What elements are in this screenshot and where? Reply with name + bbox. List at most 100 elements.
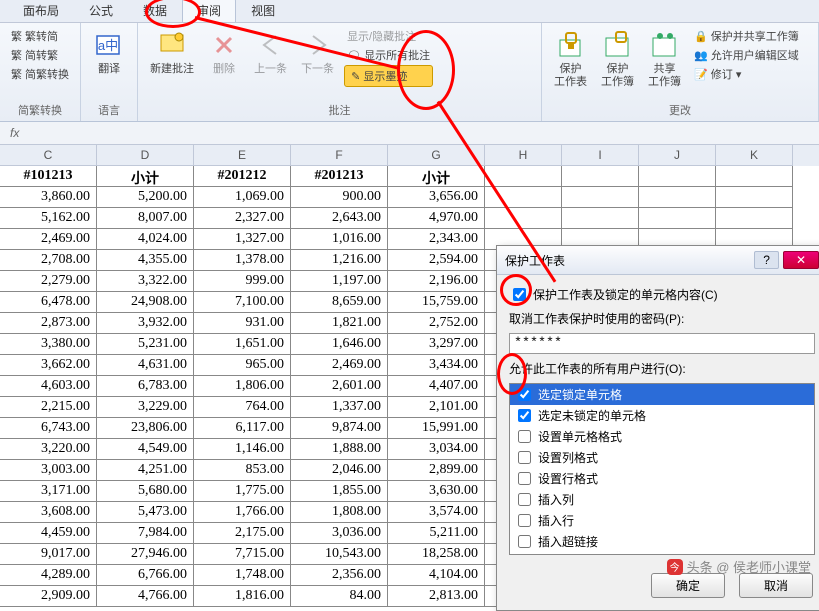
col-header[interactable]: F	[291, 145, 388, 166]
cell[interactable]: 1,855.00	[291, 481, 388, 502]
cell[interactable]: 3,860.00	[0, 187, 97, 208]
cell[interactable]: 3,036.00	[291, 523, 388, 544]
cell[interactable]: 5,162.00	[0, 208, 97, 229]
perm-item[interactable]: 插入列	[510, 489, 814, 510]
cell[interactable]: 1,646.00	[291, 334, 388, 355]
perm-item[interactable]: 设置行格式	[510, 468, 814, 489]
cell[interactable]: 4,104.00	[388, 565, 485, 586]
cell[interactable]: 1,808.00	[291, 502, 388, 523]
cell[interactable]: 2,594.00	[388, 250, 485, 271]
cell[interactable]: 小计	[388, 166, 485, 187]
cell[interactable]: 23,806.00	[97, 418, 194, 439]
cell[interactable]: 6,478.00	[0, 292, 97, 313]
cell[interactable]: 5,231.00	[97, 334, 194, 355]
cell[interactable]: 1,748.00	[194, 565, 291, 586]
cell[interactable]	[639, 187, 716, 208]
cell[interactable]: 15,991.00	[388, 418, 485, 439]
translate-button[interactable]: a中 翻译	[89, 27, 129, 78]
cell[interactable]: 3,608.00	[0, 502, 97, 523]
cell[interactable]: 9,874.00	[291, 418, 388, 439]
cell[interactable]: 5,200.00	[97, 187, 194, 208]
cell[interactable]: 1,821.00	[291, 313, 388, 334]
cell[interactable]: 764.00	[194, 397, 291, 418]
perm-item[interactable]: 设置单元格格式	[510, 426, 814, 447]
cell[interactable]: 7,984.00	[97, 523, 194, 544]
cell[interactable]: 4,766.00	[97, 586, 194, 607]
show-ink-btn[interactable]: ✎ 显示墨迹	[344, 65, 433, 87]
cell[interactable]: 1,337.00	[291, 397, 388, 418]
cell[interactable]: 4,603.00	[0, 376, 97, 397]
cell[interactable]: 27,946.00	[97, 544, 194, 565]
cell[interactable]: 3,229.00	[97, 397, 194, 418]
cell[interactable]: 4,407.00	[388, 376, 485, 397]
cell[interactable]: 2,327.00	[194, 208, 291, 229]
perm-item[interactable]: 选定锁定单元格	[510, 384, 814, 405]
cell[interactable]: 1,651.00	[194, 334, 291, 355]
cell[interactable]: 2,873.00	[0, 313, 97, 334]
cell[interactable]: #101213	[0, 166, 97, 187]
cell[interactable]: 4,631.00	[97, 355, 194, 376]
cell[interactable]: 3,034.00	[388, 439, 485, 460]
cell[interactable]	[562, 166, 639, 187]
cell[interactable]: 999.00	[194, 271, 291, 292]
cell[interactable]: 6,117.00	[194, 418, 291, 439]
col-header[interactable]: D	[97, 145, 194, 166]
cell[interactable]: 2,813.00	[388, 586, 485, 607]
cell[interactable]: 24,908.00	[97, 292, 194, 313]
cell[interactable]: 2,175.00	[194, 523, 291, 544]
tab-视图[interactable]: 视图	[236, 0, 290, 22]
col-header[interactable]: I	[562, 145, 639, 166]
cell[interactable]: 2,046.00	[291, 460, 388, 481]
simpletrad-item[interactable]: 繁 简转繁	[8, 46, 72, 64]
cell[interactable]: 4,549.00	[97, 439, 194, 460]
cell[interactable]: 4,355.00	[97, 250, 194, 271]
cell[interactable]: 2,601.00	[291, 376, 388, 397]
cell[interactable]: 3,656.00	[388, 187, 485, 208]
password-input[interactable]	[509, 333, 815, 354]
cell[interactable]: 1,888.00	[291, 439, 388, 460]
perm-item[interactable]: 选定未锁定的单元格	[510, 405, 814, 426]
show-all-comments-btn[interactable]: 🗨 显示所有批注	[344, 46, 433, 64]
cell[interactable]	[485, 208, 562, 229]
cell[interactable]	[716, 187, 793, 208]
cell[interactable]: 2,196.00	[388, 271, 485, 292]
cell[interactable]: 1,016.00	[291, 229, 388, 250]
cell[interactable]: 3,297.00	[388, 334, 485, 355]
cell[interactable]: 6,743.00	[0, 418, 97, 439]
allow-edit-btn[interactable]: 👥 允许用户编辑区域	[691, 46, 802, 64]
cell[interactable]	[639, 166, 716, 187]
cell[interactable]: 2,101.00	[388, 397, 485, 418]
cell[interactable]: 18,258.00	[388, 544, 485, 565]
cell[interactable]: 3,322.00	[97, 271, 194, 292]
col-header[interactable]: E	[194, 145, 291, 166]
cell[interactable]: 1,806.00	[194, 376, 291, 397]
cell[interactable]	[716, 166, 793, 187]
cell[interactable]: 3,574.00	[388, 502, 485, 523]
formula-bar[interactable]: fx	[0, 122, 819, 145]
cell[interactable]: 2,215.00	[0, 397, 97, 418]
cell[interactable]: 5,473.00	[97, 502, 194, 523]
cell[interactable]: 1,069.00	[194, 187, 291, 208]
cell[interactable]: 10,543.00	[291, 544, 388, 565]
perm-item[interactable]: 插入行	[510, 510, 814, 531]
cell[interactable]: 1,197.00	[291, 271, 388, 292]
cell[interactable]: 3,662.00	[0, 355, 97, 376]
cell[interactable]: 931.00	[194, 313, 291, 334]
col-header[interactable]: C	[0, 145, 97, 166]
protect-workbook-button[interactable]: 保护 工作簿	[597, 27, 638, 91]
col-header[interactable]: K	[716, 145, 793, 166]
permission-list[interactable]: 选定锁定单元格选定未锁定的单元格设置单元格格式设置列格式设置行格式插入列插入行插…	[509, 383, 815, 555]
cell[interactable]: 2,899.00	[388, 460, 485, 481]
cell[interactable]: 2,469.00	[291, 355, 388, 376]
dialog-help-button[interactable]: ?	[754, 251, 779, 269]
cell[interactable]: 2,356.00	[291, 565, 388, 586]
cell[interactable]: 1,146.00	[194, 439, 291, 460]
cell[interactable]: 1,766.00	[194, 502, 291, 523]
protect-content-checkbox[interactable]: 保护工作表及锁定的单元格内容(C)	[509, 285, 815, 304]
simpletrad-item[interactable]: 繁 简繁转换	[8, 65, 72, 83]
cell[interactable]: 1,378.00	[194, 250, 291, 271]
tab-数据[interactable]: 数据	[128, 0, 182, 22]
cell[interactable]: 2,469.00	[0, 229, 97, 250]
tab-审阅[interactable]: 审阅	[182, 0, 236, 22]
cell[interactable]: 小计	[97, 166, 194, 187]
